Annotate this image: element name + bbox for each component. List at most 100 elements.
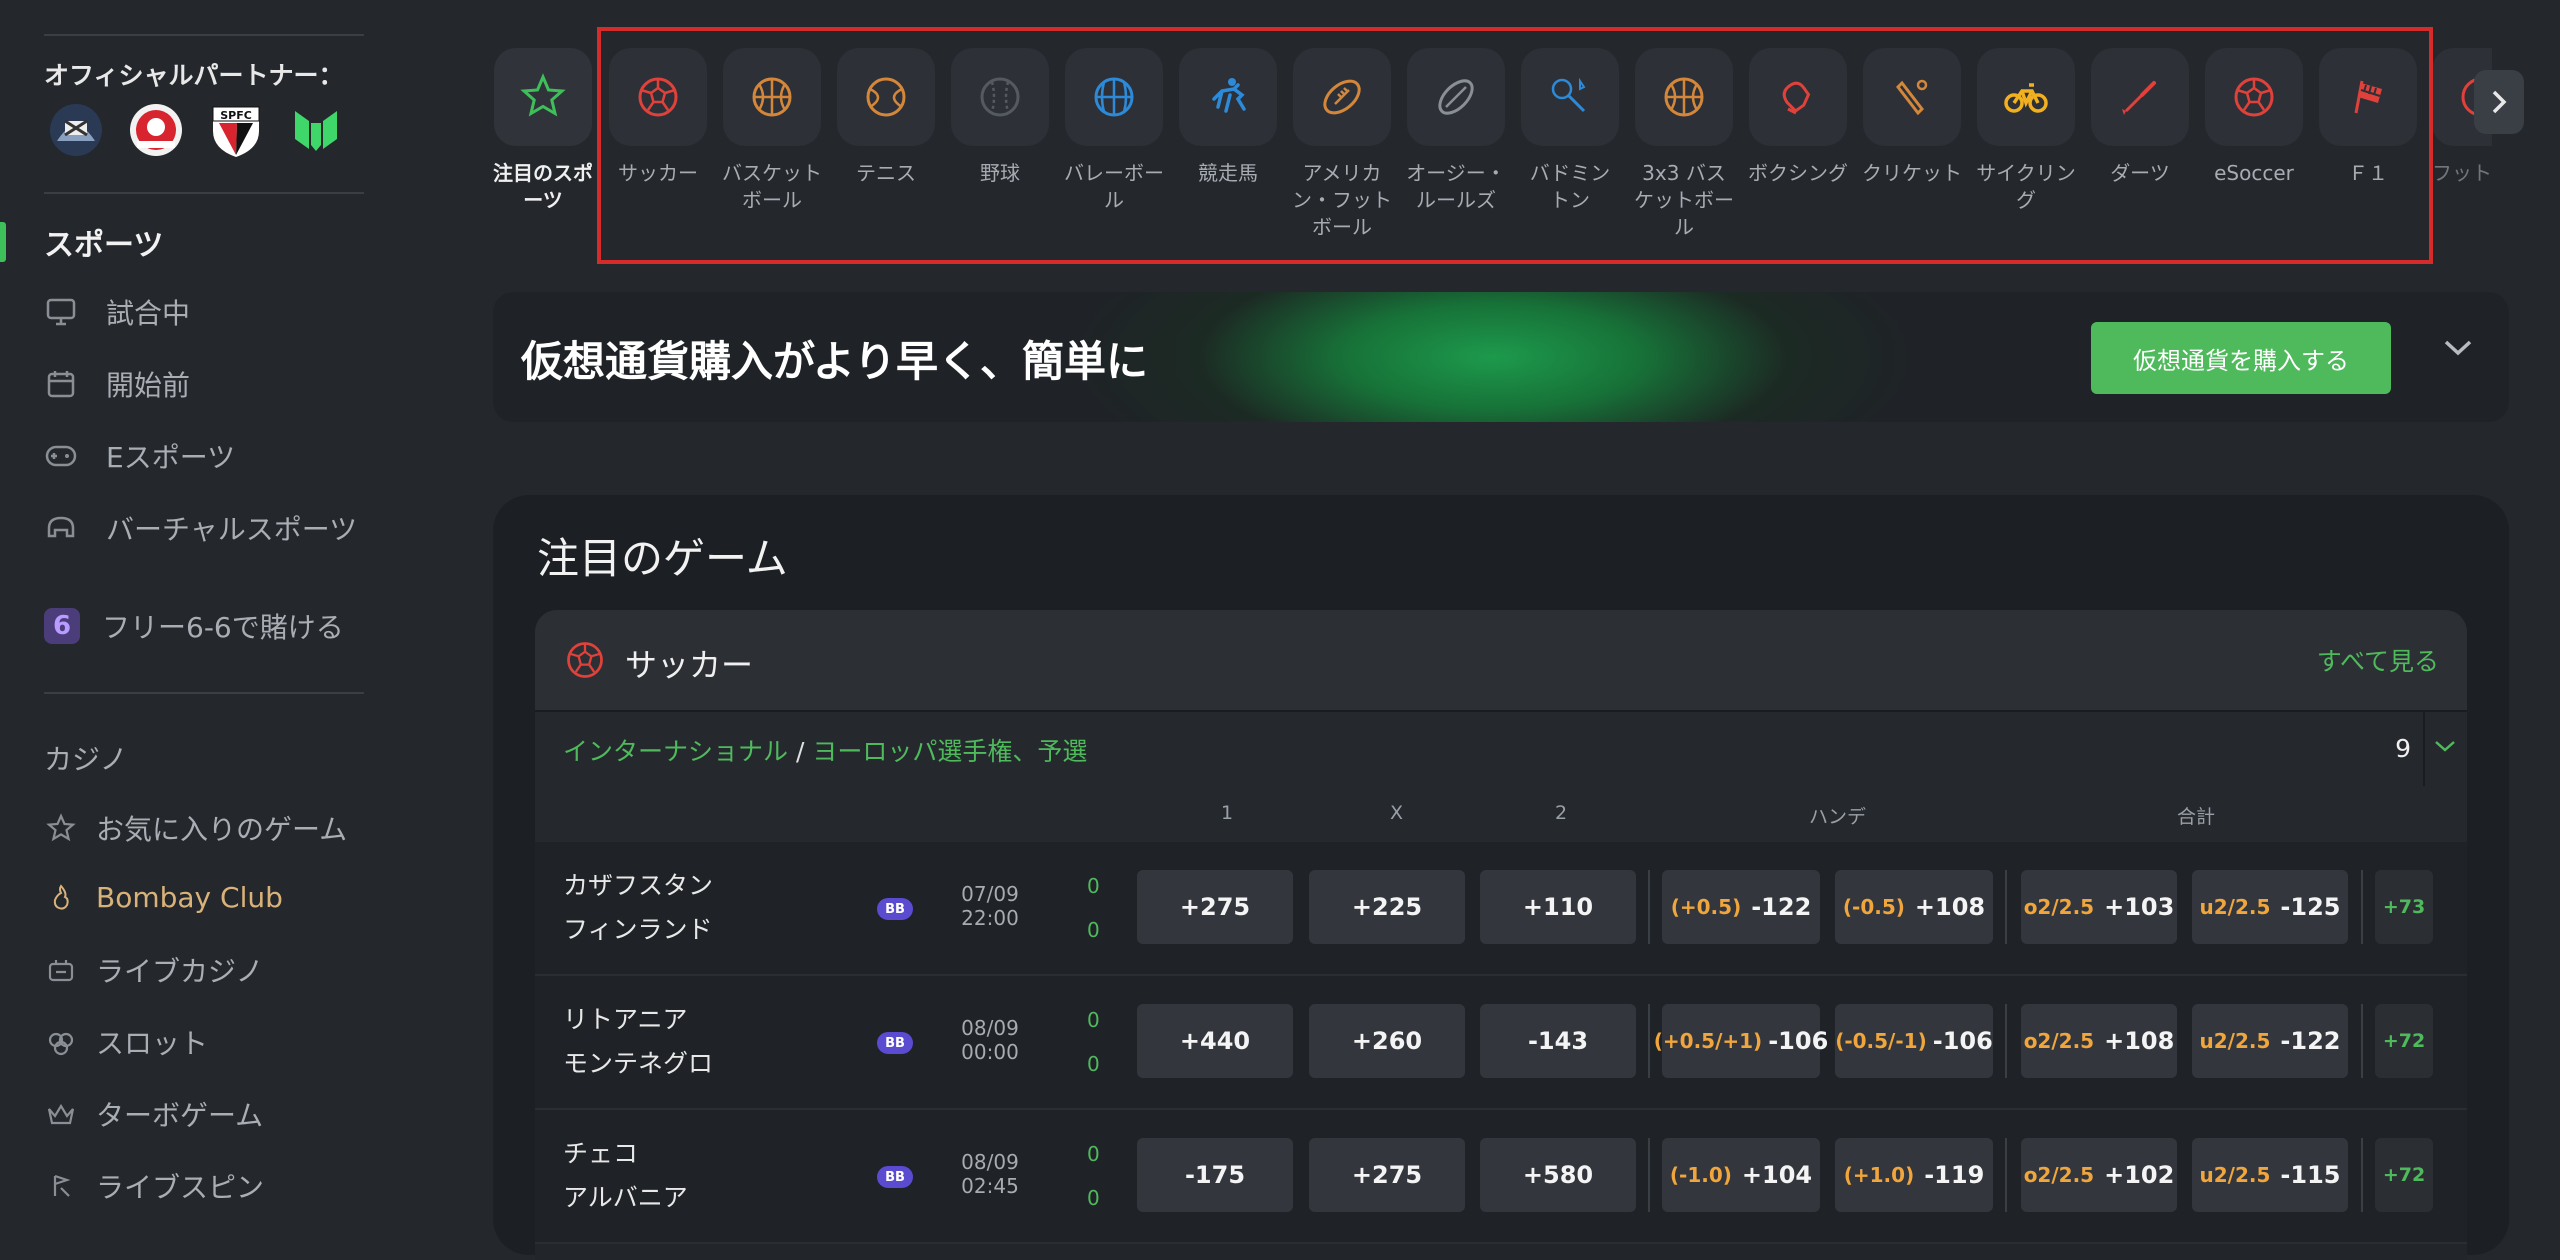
- home-team[interactable]: カザフスタン: [563, 866, 713, 902]
- casino-item-label: Bombay Club: [96, 880, 283, 914]
- away-team[interactable]: フィンランド: [563, 910, 713, 946]
- handicap-button-home[interactable]: (-1.0) +104: [1662, 1138, 1820, 1212]
- partner-title: オフィシャルパートナー：: [44, 61, 344, 90]
- home-score: 0: [1087, 874, 1100, 898]
- southampton-crest-icon[interactable]: [124, 98, 188, 162]
- casino-item-label: お気に入りのゲーム: [96, 813, 348, 846]
- away-team[interactable]: アルバニア: [563, 1178, 688, 1214]
- casino-item-live-casino[interactable]: ライブカジノ: [44, 950, 263, 990]
- star-icon: [44, 811, 78, 845]
- home-team[interactable]: チェコ: [563, 1134, 638, 1170]
- home-team[interactable]: リトアニア: [563, 1000, 688, 1036]
- league-header[interactable]: インターナショナル / ヨーロッパ選手権、予選 9: [535, 710, 2467, 788]
- crown-icon: [44, 1097, 78, 1131]
- nav-item-upcoming[interactable]: 開始前: [44, 364, 190, 404]
- nav-item-virtual-sports[interactable]: バーチャルスポーツ: [44, 508, 357, 548]
- divider: [44, 692, 364, 694]
- away-team[interactable]: モンテネグロ: [563, 1044, 713, 1080]
- casino-item-label: ライブスピン: [96, 1171, 265, 1204]
- total-button-under[interactable]: u2/2.5 -115: [2192, 1138, 2348, 1212]
- total-button-over[interactable]: o2/2.5 +102: [2021, 1138, 2177, 1212]
- free-bet-badge: 6: [44, 608, 80, 644]
- casino-item-slots[interactable]: スロット: [44, 1022, 208, 1062]
- handicap-button-home[interactable]: (+0.5) -122: [1662, 870, 1820, 944]
- chevron-down-icon[interactable]: [2443, 338, 2473, 362]
- see-all-link[interactable]: すべて見る: [2317, 642, 2439, 678]
- odds-button-draw[interactable]: +275: [1309, 1138, 1465, 1212]
- soccer-ball-icon: [563, 638, 607, 686]
- chevron-down-icon[interactable]: [2433, 738, 2457, 758]
- total-button-under[interactable]: u2/2.5 -122: [2192, 1004, 2348, 1078]
- free-bet-label: フリー6-6で賭ける: [102, 611, 344, 644]
- casino-item-label: スロット: [96, 1027, 209, 1060]
- total-button-over[interactable]: o2/2.5 +108: [2021, 1004, 2177, 1078]
- sport-label: フット: [2432, 161, 2492, 185]
- odds-button-away[interactable]: +580: [1480, 1138, 1636, 1212]
- vr-headset-icon: [44, 511, 78, 545]
- match-datetime: 08/09 00:00: [961, 1016, 1019, 1064]
- col-total: 合計: [2177, 806, 2216, 828]
- casino-item-bombay-club[interactable]: Bombay Club: [44, 880, 283, 914]
- casino-item-favorites[interactable]: お気に入りのゲーム: [44, 808, 347, 848]
- sport-card: サッカー すべて見る インターナショナル / ヨーロッパ選手権、予選 9 1 X…: [535, 610, 2467, 1260]
- spfc-crest-icon[interactable]: SPFC: [204, 98, 268, 162]
- newcastle-crest-icon[interactable]: [44, 98, 108, 162]
- nav-item-label: 開始前: [106, 369, 191, 402]
- odds-button-draw[interactable]: +260: [1309, 1004, 1465, 1078]
- free-bet-promo[interactable]: 6 フリー6-6で賭ける: [44, 606, 344, 646]
- breadcrumb-separator: /: [795, 737, 805, 766]
- league-name-link[interactable]: ヨーロッパ選手権、予選: [812, 737, 1087, 766]
- esports-team-logo-icon[interactable]: [284, 98, 348, 162]
- highlight-box: [597, 27, 2433, 264]
- nav-item-esports[interactable]: Eスポーツ: [44, 436, 235, 476]
- more-markets-button[interactable]: +72: [2375, 1004, 2433, 1078]
- home-score: 0: [1087, 1142, 1100, 1166]
- buy-crypto-button[interactable]: 仮想通貨を購入する: [2091, 322, 2391, 394]
- chevron-right-icon: [2492, 90, 2507, 114]
- col-handicap: ハンデ: [1809, 806, 1867, 828]
- match-count: 9: [2381, 712, 2425, 786]
- casino-item-live-spins[interactable]: ライブスピン: [44, 1166, 264, 1206]
- calendar-icon: [44, 367, 78, 401]
- divider: [44, 34, 364, 36]
- odds-button-draw[interactable]: +225: [1309, 870, 1465, 944]
- handicap-button-away[interactable]: (+1.0) -119: [1835, 1138, 1993, 1212]
- divider: [1648, 1138, 1650, 1212]
- total-button-over[interactable]: o2/2.5 +103: [2021, 870, 2177, 944]
- handicap-button-away[interactable]: (-0.5) +108: [1835, 870, 1993, 944]
- monitor-icon: [44, 295, 78, 329]
- more-markets-button[interactable]: +73: [2375, 870, 2433, 944]
- odds-button-away[interactable]: -143: [1480, 1004, 1636, 1078]
- league-region-link[interactable]: インターナショナル: [563, 737, 788, 766]
- nav-item-live[interactable]: 試合中: [44, 292, 190, 332]
- divider: [1648, 1004, 1650, 1078]
- col-draw: X: [1390, 802, 1404, 824]
- handicap-button-away[interactable]: (-0.5/-1) -106: [1835, 1004, 1993, 1078]
- bet-builder-badge: BB: [877, 898, 913, 920]
- odds-button-away[interactable]: +110: [1480, 870, 1636, 944]
- match-row: カザフスタン フィンランド BB 07/09 22:00 0 0 +275 +22…: [535, 842, 2467, 976]
- col-home: 1: [1221, 802, 1234, 824]
- flame-icon: [44, 880, 78, 914]
- active-indicator: [0, 222, 6, 262]
- match-datetime: 07/09 22:00: [961, 882, 1019, 930]
- scroll-right-button[interactable]: [2474, 70, 2524, 134]
- sports-nav-header[interactable]: スポーツ: [44, 220, 163, 264]
- divider: [44, 192, 364, 194]
- casino-item-label: ターボゲーム: [96, 1099, 264, 1132]
- divider: [2361, 1004, 2363, 1078]
- sport-featured[interactable]: 注目のスポーツ: [493, 48, 593, 214]
- odds-button-home[interactable]: +275: [1137, 870, 1293, 944]
- total-button-under[interactable]: u2/2.5 -125: [2192, 870, 2348, 944]
- star-icon: [494, 48, 592, 146]
- handicap-button-home[interactable]: (+0.5/+1) -106: [1654, 1004, 1828, 1078]
- away-score: 0: [1087, 1186, 1100, 1210]
- odds-button-home[interactable]: +440: [1137, 1004, 1293, 1078]
- section-title: 注目のゲーム: [537, 534, 788, 583]
- casino-header[interactable]: カジノ: [44, 738, 127, 778]
- gamepad-icon: [44, 439, 78, 473]
- odds-button-home[interactable]: -175: [1137, 1138, 1293, 1212]
- bet-builder-badge: BB: [877, 1166, 913, 1188]
- casino-item-turbo-games[interactable]: ターボゲーム: [44, 1094, 263, 1134]
- more-markets-button[interactable]: +72: [2375, 1138, 2433, 1212]
